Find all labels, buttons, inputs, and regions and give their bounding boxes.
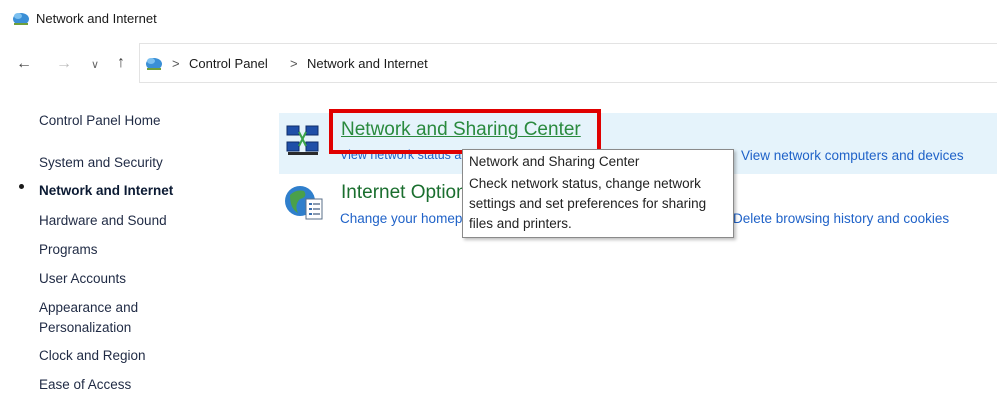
breadcrumb-control-panel[interactable]: Control Panel xyxy=(189,56,268,71)
delete-browsing-history-link[interactable]: Delete browsing history and cookies xyxy=(733,211,949,226)
arrow-left-icon[interactable]: ← xyxy=(16,56,32,72)
tooltip-body: Check network status, change network set… xyxy=(469,176,707,231)
internet-options-icon xyxy=(285,186,323,220)
sidebar-item-user-accounts[interactable]: User Accounts xyxy=(39,269,126,289)
sidebar-item-ease-of-access[interactable]: Ease of Access xyxy=(39,375,131,395)
sidebar-item-control-panel-home[interactable]: Control Panel Home xyxy=(39,111,161,131)
annotation-highlight-box xyxy=(329,109,601,154)
sidebar-item-network-and-internet[interactable]: Network and Internet xyxy=(39,181,173,201)
sidebar-item-system-and-security[interactable]: System and Security xyxy=(39,153,163,173)
change-homepage-link[interactable]: Change your homepage xyxy=(340,211,462,226)
sidebar-item-programs[interactable]: Programs xyxy=(39,240,98,260)
breadcrumb-network-and-internet[interactable]: Network and Internet xyxy=(307,56,428,71)
chevron-down-icon[interactable]: ∨ xyxy=(91,57,99,73)
network-sharing-icon xyxy=(286,125,319,155)
window-title: Network and Internet xyxy=(36,11,157,26)
network-globe-icon xyxy=(13,13,29,25)
sidebar-item-clock-and-region[interactable]: Clock and Region xyxy=(39,346,146,366)
internet-options-link[interactable]: Internet Options xyxy=(341,182,463,204)
arrow-up-icon[interactable]: ↑ xyxy=(117,55,125,71)
active-bullet xyxy=(19,184,24,189)
view-network-computers-link[interactable]: View network computers and devices xyxy=(741,148,964,163)
network-globe-icon xyxy=(146,58,162,70)
sidebar-item-appearance-and-personalization[interactable]: Appearance and Personalization xyxy=(39,298,179,338)
tooltip-title: Network and Sharing Center xyxy=(469,154,640,169)
sidebar-item-hardware-and-sound[interactable]: Hardware and Sound xyxy=(39,211,167,231)
breadcrumb-separator[interactable]: > xyxy=(290,56,298,71)
breadcrumb-separator[interactable]: > xyxy=(172,56,180,71)
arrow-right-icon[interactable]: → xyxy=(56,56,72,72)
